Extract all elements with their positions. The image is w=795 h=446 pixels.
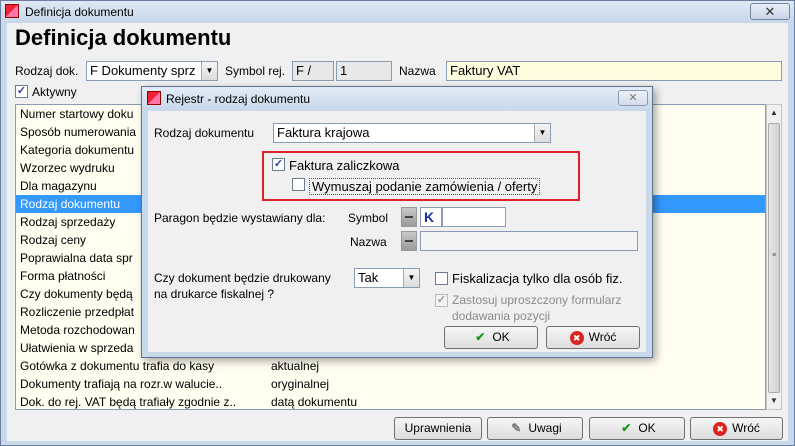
aktywny-label: Aktywny [32, 85, 77, 99]
rejestr-dialog: Rejestr - rodzaj dokumentu ✕ Rodzaj doku… [141, 86, 653, 358]
chevron-down-icon[interactable]: ▼ [534, 124, 550, 142]
cancel-icon: ✖ [713, 421, 728, 436]
list-item[interactable]: Gotówka z dokumentu trafia do kasy aktual… [16, 357, 765, 375]
checkmark-icon: ✔ [621, 421, 632, 435]
drukowany-label-1: Czy dokument będzie drukowany [154, 271, 331, 285]
faktura-zaliczkowa-checkbox[interactable]: ✓ [272, 158, 285, 171]
uwagi-button[interactable]: ✎ Uwagi [487, 417, 583, 440]
rodzaj-dok-value: F Dokumenty sprz [90, 63, 196, 78]
wroc-button[interactable]: ✖ Wróć [690, 417, 783, 440]
rodzaj-dok-label: Rodzaj dok. [15, 64, 79, 78]
dialog-app-icon [147, 91, 161, 105]
dialog-close-button[interactable]: ✕ [618, 90, 648, 106]
scroll-down-icon[interactable]: ▼ [767, 393, 781, 409]
title-bar: Definicja dokumentu ✕ [1, 1, 794, 23]
aktywny-checkbox[interactable]: ✓ [15, 85, 28, 98]
checkmark-icon: ✔ [475, 330, 486, 344]
window-close-button[interactable]: ✕ [750, 3, 790, 20]
symbol-rej-label: Symbol rej. [225, 64, 286, 78]
faktura-zaliczkowa-label: Faktura zaliczkowa [289, 158, 400, 173]
wymuszaj-checkbox[interactable]: ✓ [292, 178, 305, 191]
list-picker-icon[interactable] [401, 207, 417, 227]
drukowany-select[interactable]: Tak ▼ [354, 268, 420, 288]
zastosuj-label-2: dodawania pozycji [452, 309, 551, 323]
chevron-down-icon[interactable]: ▼ [403, 269, 419, 287]
page-title: Definicja dokumentu [15, 25, 232, 50]
zastosuj-label-1: Zastosuj uproszczony formularz [452, 293, 622, 307]
dialog-title-bar: Rejestr - rodzaj dokumentu ✕ [142, 87, 652, 109]
symbol-rej-field[interactable]: F / [292, 61, 334, 81]
dialog-ok-button[interactable]: ✔ OK [444, 326, 538, 349]
paragon-symbol-field[interactable]: K [420, 207, 442, 227]
paragon-symbol-label: Symbol [348, 211, 389, 225]
zastosuj-checkbox[interactable]: ✓ [435, 294, 448, 307]
dialog-title: Rejestr - rodzaj dokumentu [166, 92, 311, 106]
list-scrollbar[interactable]: ▲ ≡ ▼ [766, 104, 782, 410]
wymuszaj-label: Wymuszaj podanie zamówienia / oferty [309, 178, 541, 195]
paragon-nazwa-label: Nazwa [350, 235, 387, 249]
uprawnienia-button[interactable]: Uprawnienia [394, 417, 482, 440]
cancel-icon: ✖ [569, 330, 584, 345]
ok-button[interactable]: ✔ OK [589, 417, 685, 440]
rodzaj-dok-select[interactable]: F Dokumenty sprz ▼ [86, 61, 218, 81]
window-title: Definicja dokumentu [25, 5, 134, 19]
fiskalizacja-label: Fiskalizacja tylko dla osób fiz. [452, 271, 623, 286]
chevron-down-icon[interactable]: ▼ [201, 62, 217, 80]
dialog-body: Rodzaj dokumentu Faktura krajowa ▼ ✓ Fak… [148, 111, 646, 352]
nazwa-label: Nazwa [399, 64, 436, 78]
dialog-rodzaj-select[interactable]: Faktura krajowa ▼ [273, 123, 551, 143]
scroll-thumb[interactable]: ≡ [768, 123, 780, 393]
paragon-nazwa-field[interactable] [420, 231, 638, 251]
list-item[interactable]: Dokumenty trafiają na rozr.w walucie.. or… [16, 375, 765, 393]
list-picker-icon[interactable] [401, 231, 417, 251]
symbol-num-field[interactable]: 1 [336, 61, 392, 81]
list-item[interactable]: Dok. do rej. VAT będą trafiały zgodnie z… [16, 393, 765, 409]
fiskalizacja-checkbox[interactable]: ✓ [435, 272, 448, 285]
paragon-symbol-extra[interactable] [442, 207, 506, 227]
drukowany-label-2: na drukarce fiskalnej ? [154, 287, 275, 301]
dialog-rodzaj-label: Rodzaj dokumentu [154, 126, 255, 140]
paragon-label: Paragon będzie wystawiany dla: [154, 211, 326, 225]
scroll-up-icon[interactable]: ▲ [767, 105, 781, 121]
nazwa-field[interactable]: Faktury VAT [446, 61, 782, 81]
dialog-wroc-button[interactable]: ✖ Wróć [546, 326, 640, 349]
app-icon [5, 4, 19, 18]
note-icon: ✎ [511, 421, 522, 435]
